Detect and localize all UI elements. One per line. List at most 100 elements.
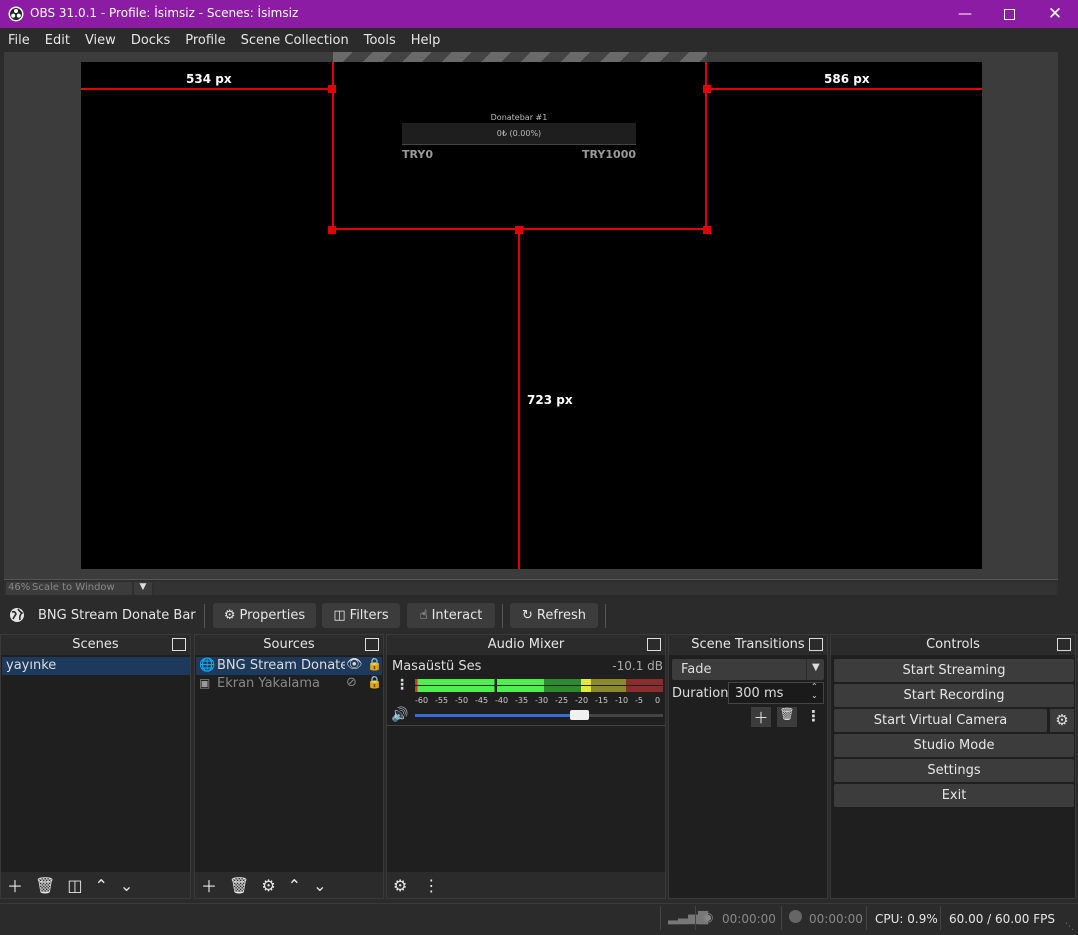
- menu-help[interactable]: Help: [411, 33, 441, 48]
- refresh-button[interactable]: ↻ Refresh: [510, 603, 598, 628]
- trash-icon[interactable]: 🗑: [777, 707, 797, 727]
- transition-type: Fade: [681, 662, 712, 677]
- scale-dropdown-icon[interactable]: ▼: [134, 582, 152, 595]
- resize-grip-icon[interactable]: ⋱: [1065, 922, 1074, 932]
- spin-down-icon[interactable]: ⌄: [811, 691, 818, 700]
- start-virtual-camera-button[interactable]: Start Virtual Camera: [834, 709, 1047, 732]
- studio-mode-button[interactable]: Studio Mode: [834, 734, 1074, 757]
- maximize-button[interactable]: [986, 0, 1032, 28]
- scale-mode: Scale to Window: [32, 582, 115, 593]
- speaker-icon[interactable]: 🔊: [391, 707, 408, 723]
- settings-button[interactable]: Settings: [834, 759, 1074, 782]
- chevron-down-icon[interactable]: ⌄: [313, 876, 326, 895]
- network-signal-icon: ▂▃▅▇: [668, 910, 708, 925]
- hand-pointer-icon: ☝: [419, 608, 428, 623]
- interact-button[interactable]: ☝ Interact: [407, 603, 495, 628]
- menu-scene-collection[interactable]: Scene Collection: [241, 33, 349, 48]
- scene-transitions-title: Scene Transitions: [669, 635, 827, 655]
- properties-button[interactable]: ⚙ Properties: [213, 603, 316, 628]
- lock-icon[interactable]: 🔒: [367, 675, 382, 689]
- resize-handle-bottom-right[interactable]: [703, 226, 711, 234]
- source-overflow-stripes: [333, 52, 707, 62]
- lock-icon[interactable]: 🔒: [367, 657, 382, 671]
- filter-icon[interactable]: ◫: [67, 876, 82, 895]
- start-streaming-button[interactable]: Start Streaming: [834, 659, 1074, 682]
- spin-up-icon[interactable]: ⌃: [811, 682, 818, 691]
- add-transition-icon[interactable]: ＋: [751, 707, 771, 727]
- kebab-menu-icon[interactable]: ⋮: [806, 707, 821, 725]
- menu-file[interactable]: File: [8, 33, 30, 48]
- meter-tick-label: -50: [455, 696, 469, 705]
- resize-handle-right[interactable]: [703, 85, 711, 93]
- dimension-label-bottom: 723 px: [527, 393, 573, 407]
- source-item[interactable]: 🌐 BNG Stream Donate Bar 👁 🔒: [196, 657, 382, 675]
- donatebar-track: 0₺ (0.00%): [402, 123, 636, 145]
- minimize-button[interactable]: —: [942, 0, 988, 28]
- chevron-up-icon[interactable]: ⌃: [94, 876, 107, 895]
- menu-edit[interactable]: Edit: [45, 33, 70, 48]
- eye-icon[interactable]: 👁: [346, 657, 363, 672]
- undock-icon[interactable]: [1057, 638, 1071, 651]
- kebab-menu-icon[interactable]: ⋮: [395, 677, 409, 693]
- exit-button[interactable]: Exit: [834, 784, 1074, 807]
- toolbar-separator: [204, 604, 205, 628]
- kebab-menu-icon[interactable]: ⋮: [423, 876, 439, 895]
- transition-select[interactable]: Fade ▼: [672, 659, 824, 680]
- menu-docks[interactable]: Docks: [131, 33, 170, 48]
- undock-icon[interactable]: [809, 638, 823, 651]
- virtual-camera-settings-icon[interactable]: ⚙: [1050, 709, 1074, 732]
- monitor-icon: ▣: [199, 676, 211, 690]
- source-name: Ekran Yakalama: [217, 676, 321, 691]
- guide-right: [707, 88, 982, 90]
- refresh-icon: ↻: [522, 608, 533, 623]
- source-item[interactable]: ▣ Ekran Yakalama ⊘ 🔒: [196, 675, 382, 693]
- preview-canvas[interactable]: 534 px 586 px 723 px Donatebar #1 0₺ (0.…: [81, 62, 982, 569]
- donatebar-min: TRY0: [402, 148, 433, 161]
- meter-tick-label: 0: [655, 696, 661, 705]
- scenes-dock-title: Scenes: [1, 635, 190, 655]
- scale-percent: 46%: [8, 582, 31, 593]
- trash-icon[interactable]: 🗑: [229, 876, 249, 895]
- close-window-button[interactable]: ✕: [1032, 0, 1078, 28]
- resize-handle-bottom[interactable]: [515, 226, 523, 234]
- menu-profile[interactable]: Profile: [185, 33, 225, 48]
- dimension-label-left: 534 px: [186, 72, 232, 86]
- scene-item[interactable]: yayınke: [2, 657, 190, 675]
- donatebar-max: TRY1000: [582, 148, 636, 161]
- guide-left: [81, 88, 332, 90]
- menu-view[interactable]: View: [85, 33, 116, 48]
- horizontal-scrollbar[interactable]: [154, 582, 1056, 595]
- gear-icon[interactable]: ⚙: [393, 876, 407, 895]
- resize-handle-bottom-left[interactable]: [328, 226, 336, 234]
- add-icon[interactable]: ＋: [7, 873, 23, 897]
- duration-input[interactable]: 300 ms ⌃ ⌄: [728, 682, 824, 704]
- undock-icon[interactable]: [365, 638, 379, 651]
- undock-icon[interactable]: [647, 638, 661, 651]
- start-recording-button[interactable]: Start Recording: [834, 684, 1074, 707]
- refresh-label: Refresh: [536, 608, 586, 623]
- channel-divider: [387, 725, 665, 726]
- sources-footer: ＋ 🗑 ⚙ ⌃ ⌄: [195, 872, 383, 898]
- scale-select[interactable]: 46% Scale to Window: [6, 582, 132, 595]
- toolbar-separator: [502, 604, 503, 628]
- volume-slider[interactable]: [415, 710, 663, 720]
- filters-button[interactable]: ◫ Filters: [322, 603, 400, 628]
- trash-icon[interactable]: 🗑: [35, 876, 55, 895]
- chevron-up-icon[interactable]: ⌃: [288, 876, 301, 895]
- undock-icon[interactable]: [172, 638, 186, 651]
- browser-source-icon: [10, 608, 24, 622]
- resize-handle-left[interactable]: [328, 85, 336, 93]
- menu-tools[interactable]: Tools: [364, 33, 396, 48]
- eye-hidden-icon[interactable]: ⊘: [346, 675, 357, 690]
- chevron-down-icon[interactable]: ⌄: [120, 876, 133, 895]
- gear-icon[interactable]: ⚙: [261, 876, 275, 895]
- status-separator: [866, 906, 867, 930]
- status-bar: ▂▃▅▇ ◉ 00:00:00 00:00:00 CPU: 0.9% 60.00…: [0, 903, 1078, 935]
- meter-tick-label: -55: [435, 696, 449, 705]
- record-icon: [789, 910, 802, 923]
- volume-slider-handle[interactable]: [569, 710, 589, 720]
- add-icon[interactable]: ＋: [201, 873, 217, 897]
- status-separator: [940, 906, 941, 930]
- status-separator: [781, 906, 782, 930]
- scenes-footer: ＋ 🗑 ◫ ⌃ ⌄: [1, 872, 190, 898]
